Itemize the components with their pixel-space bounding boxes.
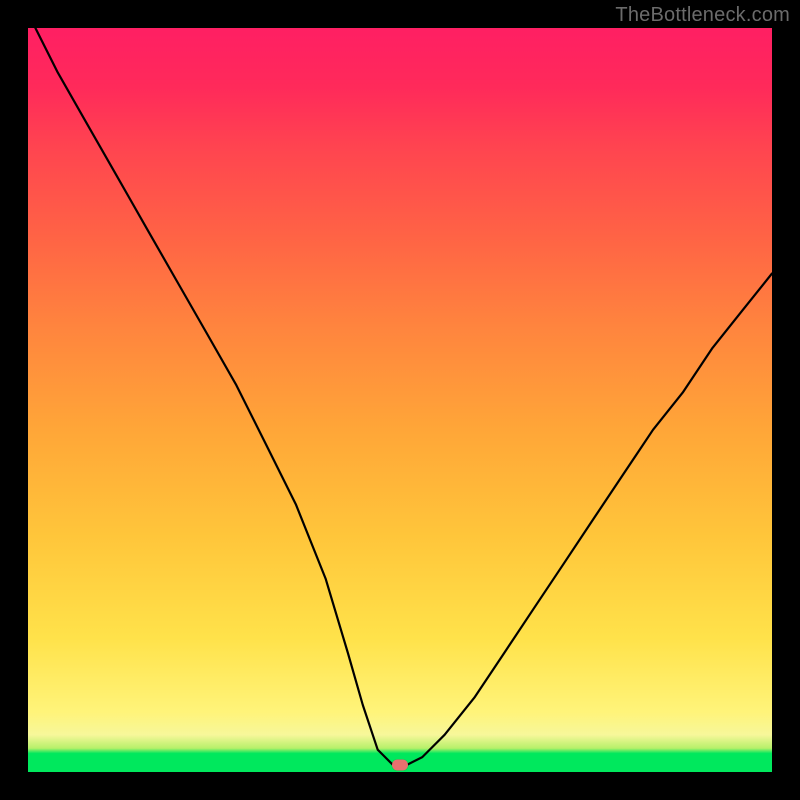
optimum-marker: [392, 759, 408, 770]
bottleneck-curve: [28, 28, 772, 772]
chart-frame: TheBottleneck.com: [0, 0, 800, 800]
watermark-text: TheBottleneck.com: [615, 4, 790, 27]
plot-area: [28, 28, 772, 772]
